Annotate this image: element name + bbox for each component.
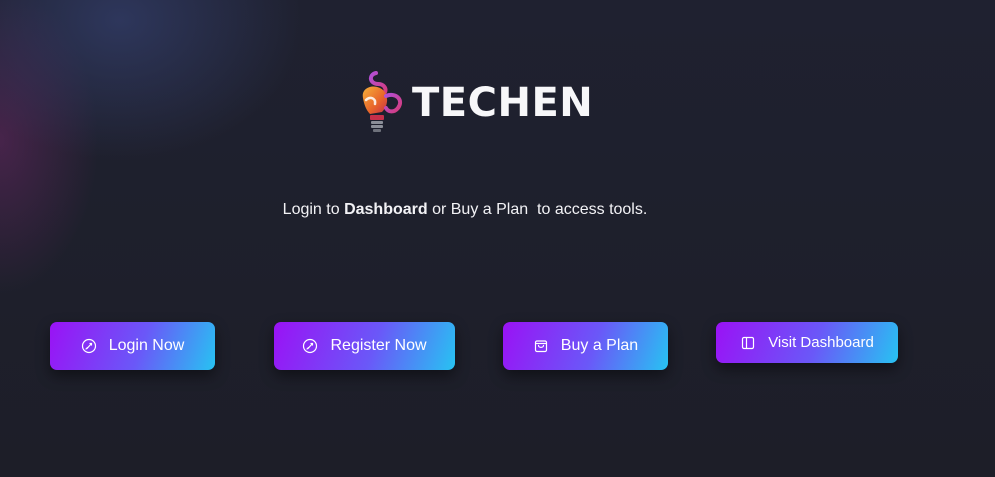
register-now-label: Register Now bbox=[330, 337, 427, 354]
login-now-button[interactable]: Login Now bbox=[50, 322, 215, 370]
login-now-label: Login Now bbox=[108, 337, 185, 354]
visit-dashboard-button[interactable]: Visit Dashboard bbox=[716, 322, 898, 363]
brand-logo[interactable]: TECHEN bbox=[356, 68, 593, 138]
rocket-icon bbox=[303, 338, 318, 354]
shopping-bag-icon bbox=[534, 340, 547, 353]
brand-name: TECHEN bbox=[412, 80, 594, 126]
buy-a-plan-label: Buy a Plan bbox=[560, 337, 639, 354]
tagline-suffix: or Buy a Plan to access tools. bbox=[427, 201, 648, 218]
buy-a-plan-button[interactable]: Buy a Plan bbox=[503, 322, 668, 370]
tagline-dashboard-link: Dashboard bbox=[344, 201, 428, 218]
register-now-button[interactable]: Register Now bbox=[274, 322, 455, 370]
lightbulb-logo-icon bbox=[362, 71, 403, 132]
rocket-icon bbox=[81, 338, 96, 354]
tagline: Login to Dashboard or Buy a Plan to acce… bbox=[0, 201, 930, 219]
visit-dashboard-label: Visit Dashboard bbox=[768, 334, 874, 351]
sidebar-layout-icon bbox=[742, 336, 755, 349]
tagline-prefix: Login to bbox=[282, 201, 345, 218]
